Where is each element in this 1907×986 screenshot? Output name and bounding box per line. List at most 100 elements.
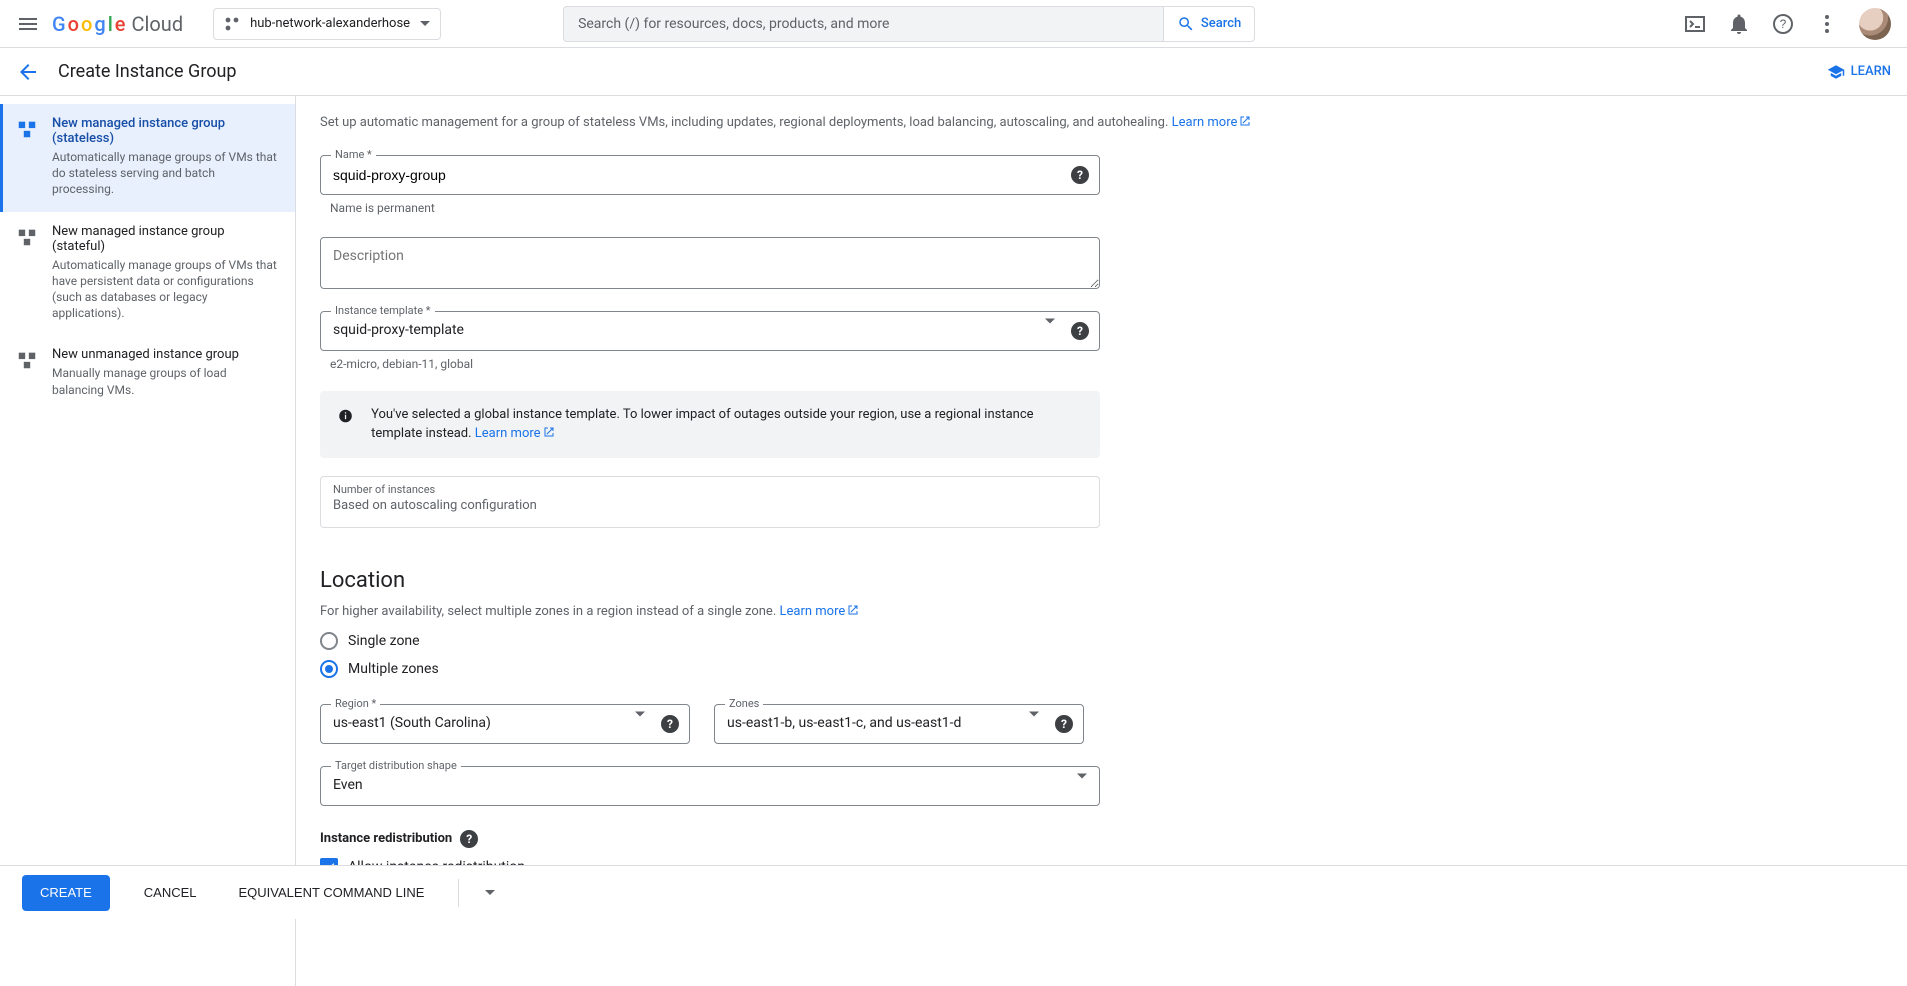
region-label: Region * <box>331 697 380 710</box>
location-intro: For higher availability, select multiple… <box>320 603 1272 622</box>
instance-template-value: squid-proxy-template <box>321 312 1099 338</box>
intro-copy: Set up automatic management for a group … <box>320 115 1172 130</box>
instance-template-help-icon[interactable]: ? <box>1071 322 1089 340</box>
sidebar-item-desc: Automatically manage groups of VMs that … <box>52 257 277 322</box>
intro-text: Set up automatic management for a group … <box>320 114 1272 133</box>
num-instances-label: Number of instances <box>333 483 1087 496</box>
logo-cloud-word: Cloud <box>132 12 184 36</box>
search-bar: Search (/) for resources, docs, products… <box>563 6 1255 42</box>
location-heading: Location <box>320 568 1272 593</box>
logo-letter: G <box>52 12 66 36</box>
radio-single-zone[interactable]: Single zone <box>320 632 1272 650</box>
gcloud-logo[interactable]: G o o g l e Cloud <box>52 12 183 36</box>
zones-label: Zones <box>725 697 763 710</box>
mig-stateful-icon <box>16 226 38 248</box>
sidebar-item-unmanaged[interactable]: New unmanaged instance group Manually ma… <box>0 335 295 411</box>
redistribution-label: Instance redistribution <box>320 831 452 846</box>
description-field[interactable] <box>320 237 1100 289</box>
cancel-button[interactable]: CANCEL <box>136 875 205 911</box>
external-link-icon <box>1239 115 1251 127</box>
chevron-down-icon <box>1045 318 1055 338</box>
search-placeholder: Search (/) for resources, docs, products… <box>578 16 889 32</box>
redistribution-help-icon[interactable]: ? <box>460 830 478 848</box>
create-button[interactable]: CREATE <box>22 875 110 911</box>
name-helper: Name is permanent <box>330 201 1272 215</box>
chevron-down-icon <box>1077 773 1087 793</box>
external-link-icon <box>847 604 859 616</box>
back-icon[interactable] <box>16 60 40 84</box>
chevron-down-icon <box>420 21 430 26</box>
learn-icon <box>1827 63 1845 81</box>
instance-template-field[interactable]: Instance template * squid-proxy-template… <box>320 311 1100 351</box>
instance-template-helper: e2-micro, debian-11, global <box>330 357 1272 371</box>
sidebar: New managed instance group (stateless) A… <box>0 96 296 986</box>
name-label: Name * <box>331 148 376 161</box>
logo-letter: o <box>68 12 79 36</box>
description-input[interactable] <box>321 238 1099 288</box>
zones-value: us-east1-b, us-east1-c, and us-east1-d <box>715 705 1083 731</box>
target-shape-label: Target distribution shape <box>331 759 461 772</box>
sidebar-item-desc: Manually manage groups of load balancing… <box>52 365 277 397</box>
external-link-icon <box>543 426 555 438</box>
info-banner: You've selected a global instance templa… <box>320 391 1100 458</box>
chevron-down-icon <box>635 711 645 731</box>
topbar: G o o g l e Cloud hub-network-alexanderh… <box>0 0 1907 48</box>
main-form: Set up automatic management for a group … <box>296 96 1296 986</box>
svg-text:?: ? <box>1780 17 1787 31</box>
hamburger-icon[interactable] <box>16 12 40 36</box>
radio-label: Single zone <box>348 633 420 649</box>
cloud-shell-icon[interactable] <box>1683 12 1707 36</box>
help-icon[interactable]: ? <box>1771 12 1795 36</box>
page-title: Create Instance Group <box>58 61 237 82</box>
account-avatar[interactable] <box>1859 8 1891 40</box>
logo-letter: o <box>81 12 92 36</box>
zones-help-icon[interactable]: ? <box>1055 715 1073 733</box>
equivalent-cmd-button[interactable]: EQUIVALENT COMMAND LINE <box>231 875 433 911</box>
name-input[interactable] <box>321 156 1099 194</box>
region-help-icon[interactable]: ? <box>661 715 679 733</box>
mig-stateless-icon <box>16 118 38 140</box>
radio-selected-icon <box>320 660 338 678</box>
radio-label: Multiple zones <box>348 661 439 677</box>
sidebar-item-desc: Automatically manage groups of VMs that … <box>52 149 277 198</box>
instance-redistribution-heading: Instance redistribution ? <box>320 830 1272 848</box>
name-help-icon[interactable]: ? <box>1071 166 1089 184</box>
logo-letter: l <box>108 12 113 36</box>
search-button[interactable]: Search <box>1163 6 1255 42</box>
chevron-down-icon[interactable] <box>485 890 495 895</box>
subheader: Create Instance Group LEARN <box>0 48 1907 96</box>
learn-button[interactable]: LEARN <box>1827 63 1891 81</box>
footer-separator <box>458 879 459 907</box>
learn-more-link[interactable]: Learn more <box>779 604 859 619</box>
sidebar-item-title: New unmanaged instance group <box>52 347 277 362</box>
sidebar-item-stateless[interactable]: New managed instance group (stateless) A… <box>0 104 295 212</box>
topbar-utilities: ? <box>1683 8 1891 40</box>
learn-more-link[interactable]: Learn more <box>475 426 555 441</box>
project-icon <box>224 16 240 32</box>
notifications-icon[interactable] <box>1727 12 1751 36</box>
num-instances-value: Based on autoscaling configuration <box>333 498 1087 513</box>
project-name: hub-network-alexanderhose <box>250 16 410 31</box>
logo-letter: e <box>115 12 126 36</box>
sidebar-item-title: New managed instance group (stateful) <box>52 224 277 254</box>
learn-label: LEARN <box>1851 64 1891 79</box>
region-field[interactable]: Region * us-east1 (South Carolina) ? <box>320 704 690 744</box>
learn-more-link[interactable]: Learn more <box>1172 115 1252 130</box>
project-selector[interactable]: hub-network-alexanderhose <box>213 8 441 40</box>
sidebar-item-stateful[interactable]: New managed instance group (stateful) Au… <box>0 212 295 336</box>
radio-multiple-zones[interactable]: Multiple zones <box>320 660 1272 678</box>
sidebar-item-title: New managed instance group (stateless) <box>52 116 277 146</box>
name-field[interactable]: Name * ? <box>320 155 1100 195</box>
target-shape-field[interactable]: Target distribution shape Even <box>320 766 1100 806</box>
search-icon <box>1177 15 1195 33</box>
zones-field[interactable]: Zones us-east1-b, us-east1-c, and us-eas… <box>714 704 1084 744</box>
logo-letter: g <box>94 12 105 36</box>
num-instances-field: Number of instances Based on autoscaling… <box>320 476 1100 528</box>
info-banner-text: You've selected a global instance templa… <box>371 407 1033 442</box>
search-input[interactable]: Search (/) for resources, docs, products… <box>563 6 1163 42</box>
chevron-down-icon <box>1029 711 1039 731</box>
radio-icon <box>320 632 338 650</box>
unmanaged-icon <box>16 349 38 371</box>
more-icon[interactable] <box>1815 12 1839 36</box>
search-button-label: Search <box>1201 16 1241 31</box>
